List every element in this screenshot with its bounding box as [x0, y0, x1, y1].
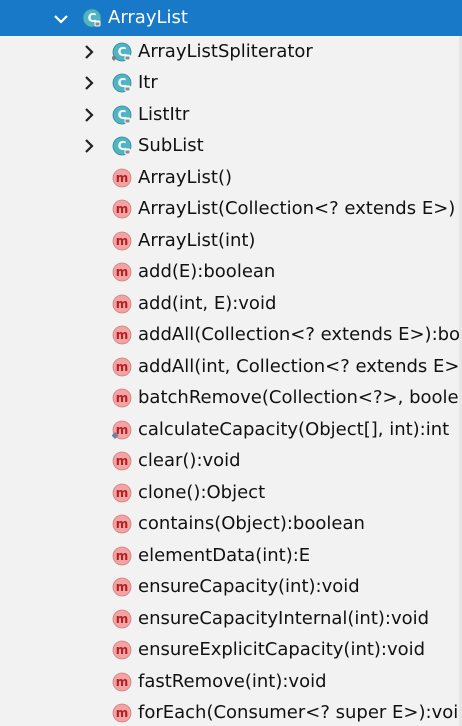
- tree-row-method[interactable]: m addAll(Collection<? extends E>):boole: [0, 319, 462, 350]
- svg-text:m: m: [116, 643, 129, 657]
- svg-text:m: m: [116, 297, 129, 311]
- class-icon: C: [112, 73, 132, 93]
- method-label: ensureCapacityInternal(int):void: [138, 608, 430, 629]
- root-class-label: ArrayList: [108, 7, 188, 28]
- method-label: forEach(Consumer<? super E>):void: [138, 702, 462, 723]
- svg-text:m: m: [116, 549, 129, 563]
- tree-row-method[interactable]: m ArrayList(int): [0, 225, 462, 256]
- structure-tree: C ArrayList C ArrayListSpliterator C Itr: [0, 0, 462, 726]
- method-icon: m: [112, 451, 132, 471]
- class-icon: C: [112, 136, 132, 156]
- method-icon: m: [112, 168, 132, 188]
- svg-text:m: m: [116, 391, 129, 405]
- tree-row-method[interactable]: m fastRemove(int):void: [0, 666, 462, 697]
- tree-row-method[interactable]: m ArrayList(): [0, 162, 462, 193]
- svg-text:m: m: [116, 265, 129, 279]
- method-icon: m: [112, 514, 132, 534]
- method-label: contains(Object):boolean: [138, 513, 365, 534]
- chevron-down-icon[interactable]: [52, 10, 70, 28]
- method-icon: m: [112, 640, 132, 660]
- method-label: fastRemove(int):void: [138, 671, 327, 692]
- tree-row-method[interactable]: m ensureExplicitCapacity(int):void: [0, 634, 462, 665]
- tree-row-method[interactable]: m calculateCapacity(Object[], int):int: [0, 414, 462, 445]
- class-icon: C: [82, 8, 102, 28]
- method-label: add(E):boolean: [138, 261, 276, 282]
- tree-row-method[interactable]: m contains(Object):boolean: [0, 508, 462, 539]
- tree-row-method[interactable]: m ensureCapacity(int):void: [0, 571, 462, 602]
- chevron-right-icon[interactable]: [80, 74, 98, 92]
- tree-row-method[interactable]: m forEach(Consumer<? super E>):void: [0, 697, 462, 726]
- tree-row-method[interactable]: m batchRemove(Collection<?>, boolean: [0, 382, 462, 413]
- method-icon: m: [112, 294, 132, 314]
- method-label: addAll(Collection<? extends E>):boole: [138, 324, 462, 345]
- svg-text:m: m: [116, 580, 129, 594]
- method-label: ArrayList(): [138, 167, 232, 188]
- svg-text:m: m: [116, 517, 129, 531]
- nested-class-label: ArrayListSpliterator: [138, 41, 313, 62]
- method-icon: m: [112, 388, 132, 408]
- method-icon: m: [112, 703, 132, 723]
- method-label: ensureCapacity(int):void: [138, 576, 360, 597]
- svg-text:m: m: [116, 454, 129, 468]
- tree-row-method[interactable]: m ArrayList(Collection<? extends E>): [0, 193, 462, 224]
- method-icon: m: [112, 609, 132, 629]
- method-icon: m: [112, 672, 132, 692]
- method-icon: m: [112, 357, 132, 377]
- static-method-icon: m: [112, 420, 132, 440]
- tree-row-root-class[interactable]: C ArrayList: [0, 0, 462, 36]
- method-label: batchRemove(Collection<?>, boolean: [138, 387, 462, 408]
- static-class-icon: C: [112, 42, 132, 62]
- tree-row-nested-class[interactable]: C ListItr: [0, 99, 462, 130]
- method-icon: m: [112, 483, 132, 503]
- tree-row-method[interactable]: m clone():Object: [0, 477, 462, 508]
- method-label: calculateCapacity(Object[], int):int: [138, 419, 450, 440]
- method-label: add(int, E):void: [138, 293, 277, 314]
- tree-row-method[interactable]: m elementData(int):E: [0, 540, 462, 571]
- tree-row-nested-class[interactable]: C Itr: [0, 67, 462, 98]
- svg-text:m: m: [116, 234, 129, 248]
- chevron-right-icon[interactable]: [80, 106, 98, 124]
- method-label: clone():Object: [138, 482, 266, 503]
- svg-text:m: m: [116, 706, 129, 720]
- method-icon: m: [112, 231, 132, 251]
- nested-class-label: SubList: [138, 135, 204, 156]
- tree-row-method[interactable]: m ensureCapacityInternal(int):void: [0, 603, 462, 634]
- class-icon: C: [112, 105, 132, 125]
- nested-class-label: Itr: [138, 72, 158, 93]
- method-label: ArrayList(Collection<? extends E>): [138, 198, 456, 219]
- svg-text:m: m: [116, 675, 129, 689]
- svg-text:m: m: [116, 612, 129, 626]
- method-label: ensureExplicitCapacity(int):void: [138, 639, 426, 660]
- method-icon: m: [112, 577, 132, 597]
- method-icon: m: [112, 325, 132, 345]
- method-icon: m: [112, 262, 132, 282]
- chevron-right-icon[interactable]: [80, 137, 98, 155]
- tree-row-nested-class[interactable]: C ArrayListSpliterator: [0, 36, 462, 67]
- svg-text:m: m: [116, 171, 129, 185]
- method-label: clear():void: [138, 450, 241, 471]
- svg-text:m: m: [116, 360, 129, 374]
- svg-text:m: m: [116, 486, 129, 500]
- tree-row-nested-class[interactable]: C SubList: [0, 130, 462, 161]
- method-icon: m: [112, 546, 132, 566]
- method-label: elementData(int):E: [138, 545, 311, 566]
- method-icon: m: [112, 199, 132, 219]
- svg-text:m: m: [116, 202, 129, 216]
- tree-row-method[interactable]: m add(int, E):void: [0, 288, 462, 319]
- method-label: addAll(int, Collection<? extends E>):b: [138, 356, 462, 377]
- tree-row-method[interactable]: m addAll(int, Collection<? extends E>):b: [0, 351, 462, 382]
- svg-text:m: m: [116, 328, 129, 342]
- nested-class-label: ListItr: [138, 104, 190, 125]
- tree-row-method[interactable]: m add(E):boolean: [0, 256, 462, 287]
- method-label: ArrayList(int): [138, 230, 256, 251]
- tree-row-method[interactable]: m clear():void: [0, 445, 462, 476]
- chevron-right-icon[interactable]: [80, 43, 98, 61]
